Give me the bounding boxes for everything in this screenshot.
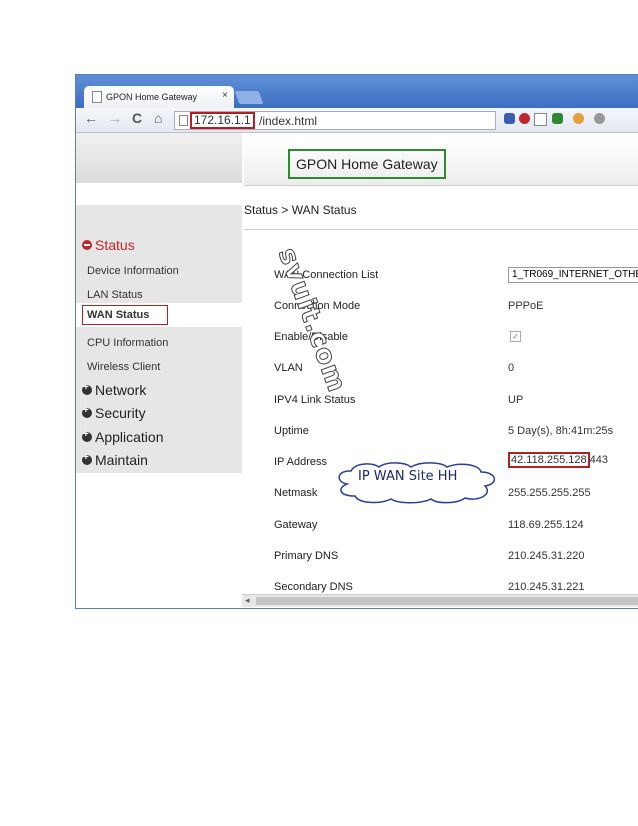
wan-connection-select[interactable]: 1_TR069_INTERNET_OTHE <box>508 267 638 283</box>
url-path: /index.html <box>259 114 318 128</box>
menu-network-label: Network <box>95 382 147 398</box>
expand-icon <box>82 382 92 395</box>
ip-highlight: 42.118.255.128 <box>508 452 590 468</box>
row-label: Netmask <box>274 487 318 499</box>
row-value: 5 Day(s), 8h:41m:25s <box>508 425 614 437</box>
page-icon <box>92 91 102 103</box>
brand-title: GPON Home Gateway <box>288 149 446 179</box>
menu-application[interactable]: Application <box>82 429 164 445</box>
page-icon <box>179 115 188 126</box>
back-icon[interactable]: ← <box>84 110 98 126</box>
wrench-icon[interactable] <box>594 113 605 124</box>
row-value: UP <box>508 394 524 406</box>
menu-security[interactable]: Security <box>82 405 146 421</box>
star-icon[interactable] <box>534 113 547 126</box>
tab-title: GPON Home Gateway <box>106 92 198 102</box>
ip-suffix: 443 <box>589 454 609 466</box>
row-label: IP Address <box>274 456 327 468</box>
sidebar-header <box>76 133 242 183</box>
block-icon[interactable] <box>519 113 530 124</box>
expand-icon <box>82 429 92 442</box>
forward-icon[interactable]: → <box>108 110 122 126</box>
row-value: 0 <box>508 362 515 374</box>
sidebar-spacer <box>76 183 242 205</box>
browser-window: GPON Home Gateway × ← → C ⌂ 172.16.1.1 /… <box>75 74 638 609</box>
extension-icon[interactable] <box>552 113 563 124</box>
address-bar[interactable]: 172.16.1.1 /index.html <box>174 111 496 130</box>
new-tab-button[interactable] <box>234 91 264 104</box>
flag-icon[interactable] <box>504 113 515 124</box>
menu-item-cpu-information[interactable]: CPU Information <box>87 337 168 349</box>
menu-item-device-information[interactable]: Device Information <box>87 265 179 277</box>
menu-maintain[interactable]: Maintain <box>82 452 148 468</box>
tab-strip: GPON Home Gateway × <box>76 75 638 108</box>
reload-icon[interactable]: C <box>132 110 142 126</box>
row-value: 118.69.255.124 <box>508 519 584 531</box>
row-label: Uptime <box>274 425 309 437</box>
scroll-thumb[interactable] <box>256 597 638 605</box>
menu-maintain-label: Maintain <box>95 452 148 468</box>
row-value: 210.245.31.220 <box>508 550 585 562</box>
page-content: Status Device Information LAN Status WAN… <box>76 133 638 608</box>
breadcrumb: Status > WAN Status <box>244 203 357 217</box>
browser-tab[interactable]: GPON Home Gateway × <box>84 86 234 108</box>
row-label: Gateway <box>274 519 318 531</box>
expand-icon <box>82 452 92 465</box>
row-label: VLAN <box>274 362 303 374</box>
expand-icon <box>82 405 92 418</box>
sidebar: Status Device Information LAN Status WAN… <box>76 133 242 473</box>
menu-security-label: Security <box>95 405 146 421</box>
home-icon[interactable]: ⌂ <box>154 110 162 126</box>
callout-text: IP WAN Site HH <box>358 469 458 484</box>
menu-application-label: Application <box>95 429 164 445</box>
row-value: 210.245.31.221 <box>508 581 585 593</box>
scroll-left-icon[interactable]: ◂ <box>245 595 250 606</box>
menu-item-wan-status[interactable]: WAN Status <box>82 305 168 325</box>
menu-status[interactable]: Status <box>82 237 135 253</box>
row-value: 255.255.255.255 <box>508 487 591 499</box>
menu-item-lan-status[interactable]: LAN Status <box>87 289 143 301</box>
row-label: IPV4 Link Status <box>274 394 356 406</box>
collapse-icon <box>82 240 92 250</box>
row-label: Primary DNS <box>274 550 339 562</box>
row-label: Secondary DNS <box>274 581 353 593</box>
browser-toolbar: ← → C ⌂ 172.16.1.1 /index.html <box>76 108 638 133</box>
menu-network[interactable]: Network <box>82 382 146 398</box>
row-value: PPPoE <box>508 300 544 312</box>
enable-checkbox[interactable]: ✓ <box>510 331 521 342</box>
close-icon[interactable]: × <box>222 90 228 101</box>
menu-status-label: Status <box>95 237 135 253</box>
page-header: GPON Home Gateway <box>244 141 638 186</box>
menu-item-wireless-client[interactable]: Wireless Client <box>87 361 160 373</box>
cookie-icon[interactable] <box>573 113 584 124</box>
url-host: 172.16.1.1 <box>190 112 255 129</box>
ip-address-value: 42.118.255.128 443 <box>508 452 609 468</box>
horizontal-scrollbar[interactable]: ◂ <box>242 594 638 607</box>
